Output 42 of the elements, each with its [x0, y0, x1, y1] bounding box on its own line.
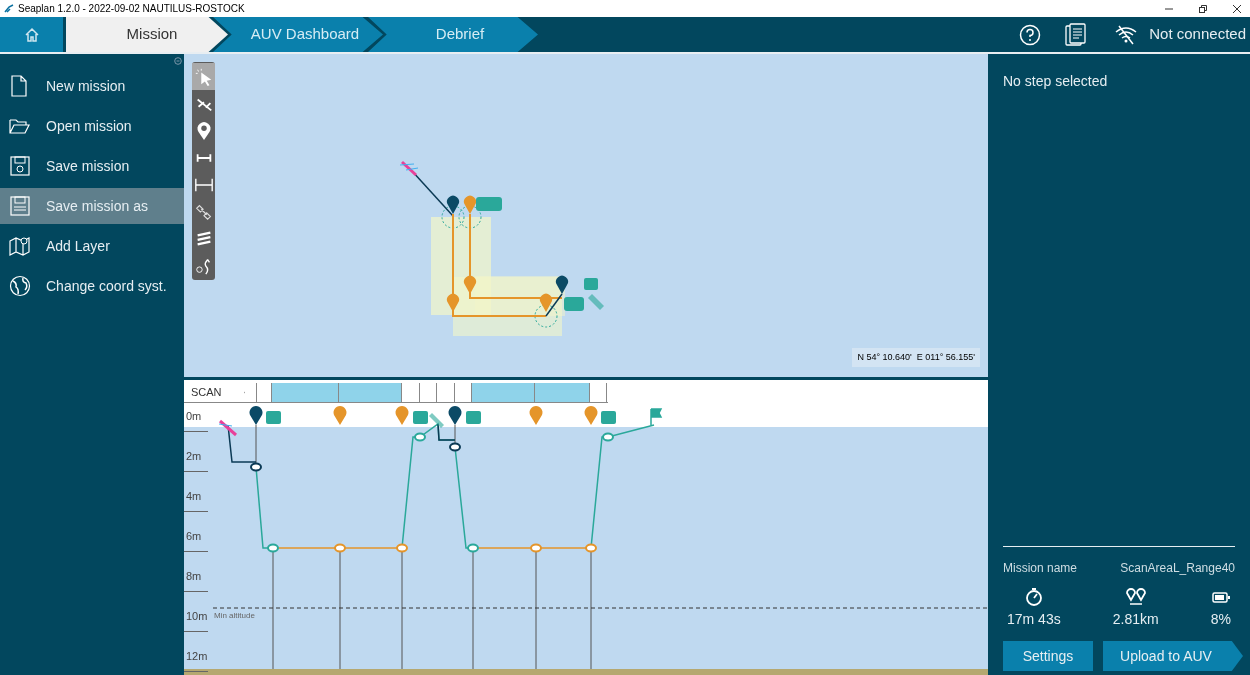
nav-tab[interactable]: AUV Dashboard	[213, 17, 383, 52]
home-icon	[23, 26, 40, 43]
sidebar-item[interactable]: New mission	[0, 68, 184, 104]
upload-button[interactable]: Upload to AUV	[1103, 641, 1243, 671]
stat-value: 8%	[1210, 610, 1231, 629]
mission-name-value: ScanAreaL_Range40	[1120, 560, 1235, 577]
collapse-icon[interactable]	[174, 57, 182, 65]
sidebar-item[interactable]: Change coord syst.	[0, 268, 184, 304]
nav-tab[interactable]: Debrief	[368, 17, 538, 52]
sidebar-item[interactable]: Open mission	[0, 108, 184, 144]
documents-icon[interactable]	[1065, 22, 1088, 47]
stat-value: 2.81km	[1112, 610, 1159, 629]
globe-icon	[9, 275, 31, 297]
depth-label: 6m	[184, 529, 208, 552]
app-logo-icon	[4, 3, 14, 14]
sidebar-item[interactable]: Add Layer	[0, 228, 184, 264]
window-title: Seaplan 1.2.0 - 2022-09-02 NAUTILUS-ROSTOCK	[18, 2, 245, 16]
stopwatch-icon	[1023, 587, 1044, 607]
empty-state-message: No step selected	[1003, 72, 1109, 91]
depth-label: 8m	[184, 569, 208, 592]
home-button[interactable]	[0, 17, 63, 52]
nav-tab[interactable]: Mission	[66, 17, 228, 52]
mission-name-label: Mission name	[1003, 560, 1078, 577]
depth-label: 2m	[184, 449, 208, 472]
help-icon[interactable]	[1019, 23, 1042, 46]
connection-status: Not connected	[1149, 24, 1247, 45]
depth-label: 10m	[184, 609, 208, 632]
map-icon	[9, 235, 31, 257]
two-pins-icon	[1125, 587, 1146, 607]
wifi-off-icon	[1115, 24, 1138, 45]
coordinates-readout: N 54° 10.640' E 011° 56.155'	[852, 347, 980, 367]
stat-value: 17m 43s	[1007, 610, 1061, 629]
sidebar-item[interactable]: Save mission	[0, 148, 184, 184]
restore-icon[interactable]	[1198, 3, 1208, 14]
close-icon[interactable]	[1232, 3, 1242, 14]
min-altitude-label: Min altitude	[214, 610, 255, 622]
map-canvas[interactable]: N 54° 10.640' E 011° 56.155'	[184, 54, 988, 380]
sidebar-item[interactable]: Save mission as	[0, 188, 184, 224]
depth-label: 12m	[184, 649, 208, 672]
depth-label: 0m	[184, 409, 208, 432]
depth-label: 4m	[184, 489, 208, 512]
settings-button[interactable]: Settings	[1003, 641, 1093, 671]
